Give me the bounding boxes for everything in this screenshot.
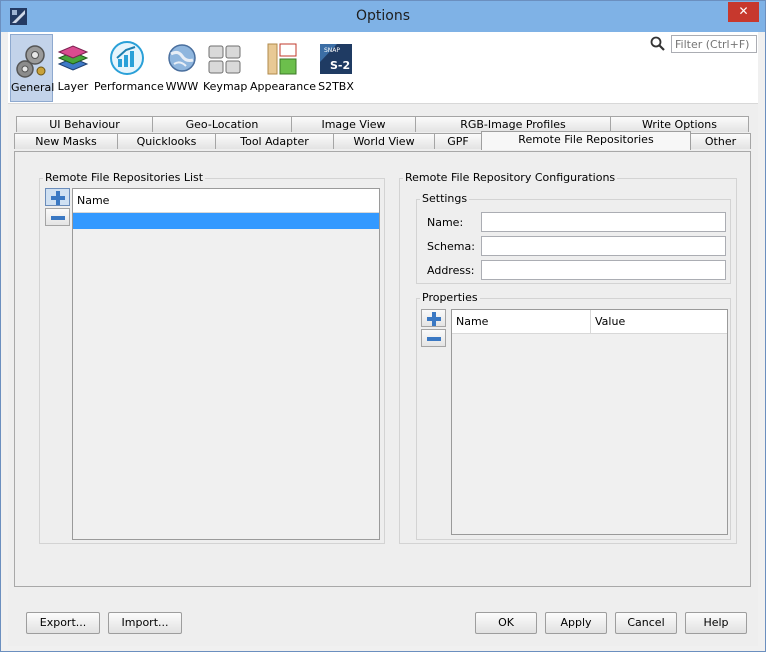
svg-text:SNAP: SNAP: [324, 47, 340, 54]
address-label: Address:: [427, 264, 475, 277]
performance-icon: [110, 41, 144, 75]
address-field[interactable]: [481, 260, 726, 280]
tab-remote-file-repositories[interactable]: Remote File Repositories: [481, 131, 691, 150]
import-button[interactable]: Import...: [108, 612, 182, 634]
category-keymap[interactable]: Keymap: [203, 34, 247, 102]
s2tbx-icon: SNAP S-2: [320, 44, 352, 74]
table-header: Name Value: [452, 310, 727, 334]
tab-quicklooks[interactable]: Quicklooks: [117, 133, 216, 149]
plus-icon: [51, 191, 65, 205]
repository-config-group: Remote File Repository Configurations Se…: [399, 171, 737, 544]
search-icon: [650, 36, 665, 51]
remove-repository-button[interactable]: [45, 208, 70, 226]
export-button[interactable]: Export...: [26, 612, 100, 634]
svg-text:S-2: S-2: [330, 59, 350, 72]
category-performance[interactable]: Performance: [94, 34, 164, 102]
window-title: Options: [355, 8, 411, 24]
remote-repositories-panel: Remote File Repositories List Name Remot…: [14, 151, 751, 587]
plus-icon: [427, 312, 441, 326]
tab-ui-behaviour[interactable]: UI Behaviour: [16, 116, 153, 132]
client-area: General Layer Performance WWW Keymap App…: [8, 32, 758, 646]
category-label: Layer: [57, 80, 89, 93]
help-button[interactable]: Help: [685, 612, 747, 634]
properties-group: Properties Name Value: [416, 291, 731, 540]
filter-input[interactable]: [671, 35, 757, 53]
tab-world-view[interactable]: World View: [333, 133, 435, 149]
category-general[interactable]: General: [10, 34, 55, 102]
category-www[interactable]: WWW: [164, 34, 200, 102]
name-label: Name:: [427, 216, 464, 229]
tab-gpf[interactable]: GPF: [434, 133, 482, 149]
minus-icon: [427, 337, 441, 341]
category-label: Appearance: [250, 80, 317, 93]
apply-button[interactable]: Apply: [545, 612, 607, 634]
category-s2tbx[interactable]: SNAP S-2 S2TBX: [316, 34, 356, 102]
tab-write-options[interactable]: Write Options: [610, 116, 749, 132]
schema-field[interactable]: [481, 236, 726, 256]
repositories-table[interactable]: Name: [72, 188, 380, 540]
layers-icon: [57, 45, 89, 71]
add-property-button[interactable]: [421, 309, 446, 327]
repositories-list-title: Remote File Repositories List: [43, 171, 206, 184]
settings-title: Settings: [420, 192, 470, 205]
category-layer[interactable]: Layer: [55, 34, 91, 102]
column-value-header[interactable]: Value: [590, 310, 727, 334]
remove-property-button[interactable]: [421, 329, 446, 347]
repositories-list-group: Remote File Repositories List Name: [39, 171, 385, 544]
category-label: S2TBX: [318, 80, 354, 93]
tab-geo-location[interactable]: Geo-Location: [152, 116, 292, 132]
globe-icon: [168, 44, 196, 72]
tab-rgb-image-profiles[interactable]: RGB-Image Profiles: [415, 116, 611, 132]
properties-table[interactable]: Name Value: [451, 309, 728, 535]
category-label: WWW: [165, 80, 199, 93]
table-header: Name: [73, 189, 379, 213]
tab-new-masks[interactable]: New Masks: [14, 133, 118, 149]
appearance-icon: [267, 43, 297, 75]
column-name-header[interactable]: Name: [73, 189, 379, 213]
close-button[interactable]: ✕: [728, 2, 759, 22]
options-window: Options ✕ General Layer Performance WWW …: [0, 0, 766, 652]
column-name-header[interactable]: Name: [452, 310, 590, 334]
category-label: Performance: [94, 80, 164, 93]
gears-icon: [16, 45, 46, 78]
category-label: General: [11, 81, 55, 94]
category-appearance[interactable]: Appearance: [250, 34, 317, 102]
name-field[interactable]: [481, 212, 726, 232]
cancel-button[interactable]: Cancel: [615, 612, 677, 634]
schema-label: Schema:: [427, 240, 475, 253]
repository-config-title: Remote File Repository Configurations: [403, 171, 618, 184]
keyboard-icon: [208, 45, 241, 74]
add-repository-button[interactable]: [45, 188, 70, 206]
tab-other[interactable]: Other: [690, 133, 751, 149]
properties-title: Properties: [420, 291, 480, 304]
category-label: Keymap: [203, 80, 248, 93]
title-bar[interactable]: Options ✕: [1, 1, 765, 32]
category-toolbar: General Layer Performance WWW Keymap App…: [8, 32, 758, 104]
settings-group: Settings Name: Schema: Address:: [416, 192, 731, 284]
table-row[interactable]: [73, 213, 379, 229]
ok-button[interactable]: OK: [475, 612, 537, 634]
tab-image-view[interactable]: Image View: [291, 116, 416, 132]
tab-tool-adapter[interactable]: Tool Adapter: [215, 133, 334, 149]
minus-icon: [51, 216, 65, 220]
